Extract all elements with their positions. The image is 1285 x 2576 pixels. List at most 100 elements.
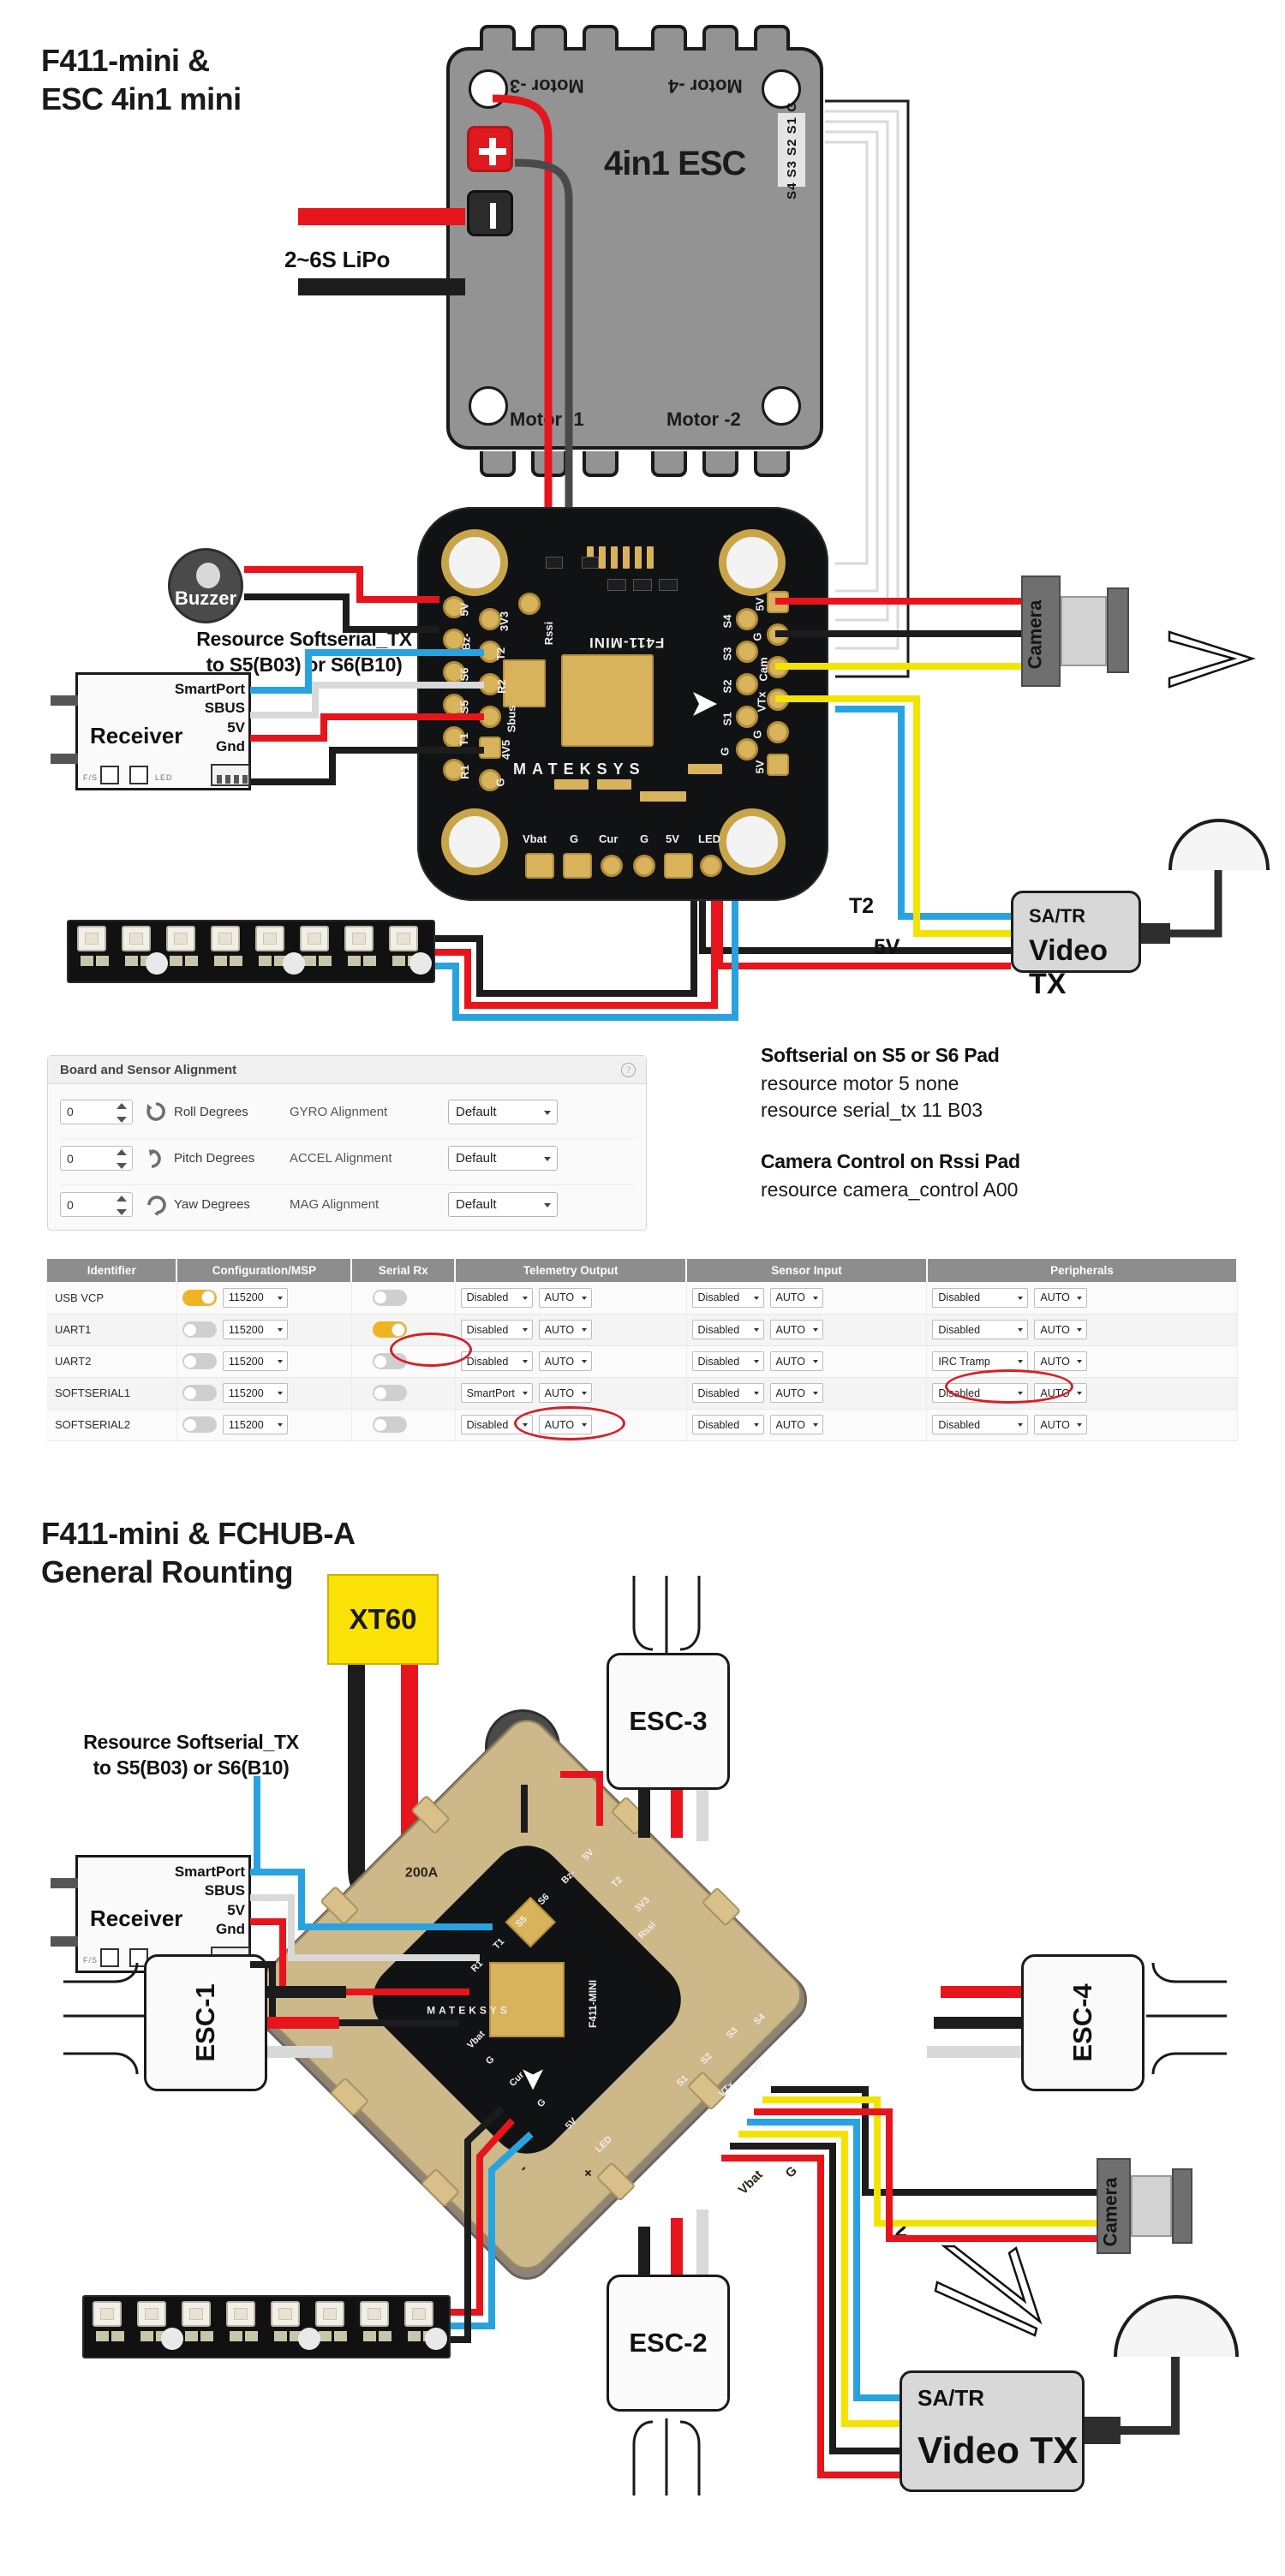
softserial1-peripheral-select[interactable]: Disabled xyxy=(932,1383,1029,1403)
softserial2-telemetry-select[interactable]: Disabled xyxy=(460,1415,533,1434)
accel-alignment-label: ACCEL Alignment xyxy=(290,1151,392,1166)
stepper-up-icon[interactable] xyxy=(117,1149,127,1155)
uart2-peripheral-baud-select[interactable]: AUTO xyxy=(1034,1351,1088,1371)
stepper-down-icon[interactable] xyxy=(117,1163,127,1169)
mag-alignment-select[interactable]: Default xyxy=(448,1192,558,1217)
uart1-msp-toggle[interactable] xyxy=(182,1321,217,1338)
softserial2-sensor-baud-select[interactable]: AUTO xyxy=(769,1415,823,1434)
softserial1-peripheral-baud-select[interactable]: AUTO xyxy=(1034,1383,1088,1403)
softserial1-telemetry-baud-select[interactable]: AUTO xyxy=(538,1383,592,1403)
receiver-pin-5v-b: 5V xyxy=(227,1901,245,1918)
esc-mount-hole xyxy=(469,386,508,426)
usb-vcp-sensor-baud-select[interactable]: AUTO xyxy=(769,1287,823,1308)
hub-label-g-bottom: G xyxy=(782,2163,800,2181)
softserial1-serial-rx-toggle[interactable] xyxy=(372,1385,407,1401)
usb-vcp-sensor-select-value: Disabled xyxy=(697,1291,740,1304)
gyro-alignment-select[interactable]: Default xyxy=(448,1099,558,1124)
uart1-telemetry-select[interactable]: Disabled xyxy=(460,1320,533,1339)
uart2-serial-rx-toggle[interactable] xyxy=(372,1353,407,1369)
flight-controller-board: 5V Bz- S6 S5 T1 R1 3V3 T2 R2 Sbus 4V5 G … xyxy=(417,507,828,901)
board-sensor-alignment-panel: Board and Sensor Alignment ? 0 Roll Degr… xyxy=(47,1055,647,1231)
yaw-degrees-input[interactable]: 0 xyxy=(60,1192,133,1217)
usb-vcp-sensor-baud-select-value: AUTO xyxy=(775,1291,806,1304)
softserial2-sensor-select[interactable]: Disabled xyxy=(691,1415,764,1434)
alignment-row-yaw: 0 Yaw Degrees MAG Alignment Default xyxy=(60,1184,636,1224)
receiver-fs-label: F/S xyxy=(83,773,99,782)
softserial1-msp-baud-select[interactable]: 115200 xyxy=(222,1383,288,1403)
uart1-msp-baud-select[interactable]: 115200 xyxy=(222,1320,288,1339)
uart1-telemetry-baud-select[interactable]: AUTO xyxy=(538,1320,592,1339)
uart2-sensor-baud-select[interactable]: AUTO xyxy=(769,1351,823,1371)
softserial2-msp-baud-select[interactable]: 115200 xyxy=(222,1415,288,1434)
softserial2-peripheral-baud-select[interactable]: AUTO xyxy=(1034,1415,1088,1434)
uart2-telemetry-baud-select[interactable]: AUTO xyxy=(538,1351,592,1371)
softserial1-configuration-msp: 115200 xyxy=(176,1377,352,1410)
uart2-msp-baud-select[interactable]: 115200 xyxy=(222,1351,288,1371)
uart2-telemetry-select[interactable]: Disabled xyxy=(460,1351,533,1371)
softserial2-serial-rx-toggle[interactable] xyxy=(372,1416,407,1433)
battery-negative-wire xyxy=(298,278,465,295)
softserial1-msp-toggle[interactable] xyxy=(182,1385,217,1401)
fc-pad-vbat xyxy=(525,853,554,879)
uart1-sensor-baud-select[interactable]: AUTO xyxy=(769,1320,823,1339)
softserial2-sensor-select-value: Disabled xyxy=(697,1418,740,1431)
fc-direction-arrow-icon xyxy=(693,692,717,716)
uart2-sensor-select[interactable]: Disabled xyxy=(691,1351,764,1371)
softserial2-peripheral-select[interactable]: Disabled xyxy=(932,1415,1029,1434)
fc-label-g-vtx: G xyxy=(750,632,764,641)
accel-alignment-select[interactable]: Default xyxy=(448,1146,558,1171)
fc-label-g-b2: G xyxy=(640,832,649,845)
yaw-rotation-icon xyxy=(147,1195,166,1216)
note-softserial-line1: resource motor 5 none xyxy=(761,1072,959,1094)
stepper-up-icon[interactable] xyxy=(117,1196,127,1202)
yaw-degrees-stepper[interactable] xyxy=(117,1196,128,1215)
top-section-title: F411-mini & ESC 4in1 mini xyxy=(41,43,242,116)
help-icon[interactable]: ? xyxy=(621,1063,636,1077)
fc-label-s3: S3 xyxy=(720,647,734,661)
usb-vcp-msp-baud-select[interactable]: 115200 xyxy=(222,1287,288,1308)
note-camera-line1: resource camera_control A00 xyxy=(761,1178,1019,1201)
uart2-msp-toggle[interactable] xyxy=(182,1353,217,1369)
camera-bottom-lens-barrel xyxy=(1131,2175,1172,2237)
roll-degrees-stepper[interactable] xyxy=(117,1102,128,1123)
esc-battery-minus-pad xyxy=(467,190,513,236)
pitch-degrees-stepper[interactable] xyxy=(117,1149,128,1169)
usb-vcp-telemetry-baud-select[interactable]: AUTO xyxy=(538,1287,592,1308)
softserial1-sensor-select[interactable]: Disabled xyxy=(691,1383,764,1403)
softserial1-telemetry-select[interactable]: SmartPort xyxy=(460,1383,533,1403)
fchub-a-assembly: 200A F411-MINI MATEKSYS xyxy=(236,1708,818,2291)
usb-vcp-peripheral-select-value: Disabled xyxy=(938,1291,981,1304)
chevron-down-icon xyxy=(277,1423,283,1427)
usb-vcp-identifier: USB VCP xyxy=(47,1282,177,1315)
pitch-degrees-input[interactable]: 0 xyxy=(60,1146,133,1171)
usb-vcp-sensor-select[interactable]: Disabled xyxy=(691,1287,764,1308)
usb-vcp-serial-rx-toggle[interactable] xyxy=(372,1289,407,1306)
usb-vcp-msp-toggle[interactable] xyxy=(182,1289,217,1306)
uart1-serial-rx-toggle[interactable] xyxy=(372,1321,407,1338)
stepper-up-icon[interactable] xyxy=(117,1102,127,1109)
softserial2-telemetry-baud-select[interactable]: AUTO xyxy=(538,1415,592,1434)
usb-vcp-peripheral-baud-select[interactable]: AUTO xyxy=(1034,1287,1088,1308)
roll-degrees-input[interactable]: 0 xyxy=(60,1099,133,1124)
yaw-axis-label: Yaw Degrees xyxy=(174,1197,250,1212)
softserial1-sensor-baud-select[interactable]: AUTO xyxy=(769,1383,823,1403)
fc-label-5v-left: 5V xyxy=(457,602,471,617)
uart1-peripheral-select[interactable]: Disabled xyxy=(932,1320,1029,1339)
roll-axis-label: Roll Degrees xyxy=(174,1104,248,1119)
uart1-peripheral-baud-select[interactable]: AUTO xyxy=(1034,1320,1088,1339)
uart1-sensor-select[interactable]: Disabled xyxy=(691,1320,764,1339)
fchub-pad xyxy=(610,1796,651,1836)
softserial2-msp-toggle[interactable] xyxy=(182,1416,217,1433)
chevron-down-icon xyxy=(812,1392,818,1395)
fc-pad-g-bot xyxy=(563,853,592,879)
usb-vcp-peripheral-select[interactable]: Disabled xyxy=(932,1287,1029,1308)
stepper-down-icon[interactable] xyxy=(117,1209,127,1215)
fc-label-3v3: 3V3 xyxy=(498,611,511,632)
yaw-degrees-value: 0 xyxy=(67,1197,74,1212)
esc-signal-pad-labels: S4 S3 S2 S1 G xyxy=(784,100,799,200)
uart2-peripheral-select[interactable]: IRC Tramp xyxy=(932,1351,1029,1371)
usb-vcp-telemetry-select[interactable]: Disabled xyxy=(460,1287,533,1308)
stepper-down-icon[interactable] xyxy=(117,1116,127,1123)
chevron-down-icon xyxy=(1077,1328,1083,1332)
fchub-pad xyxy=(420,2168,461,2208)
